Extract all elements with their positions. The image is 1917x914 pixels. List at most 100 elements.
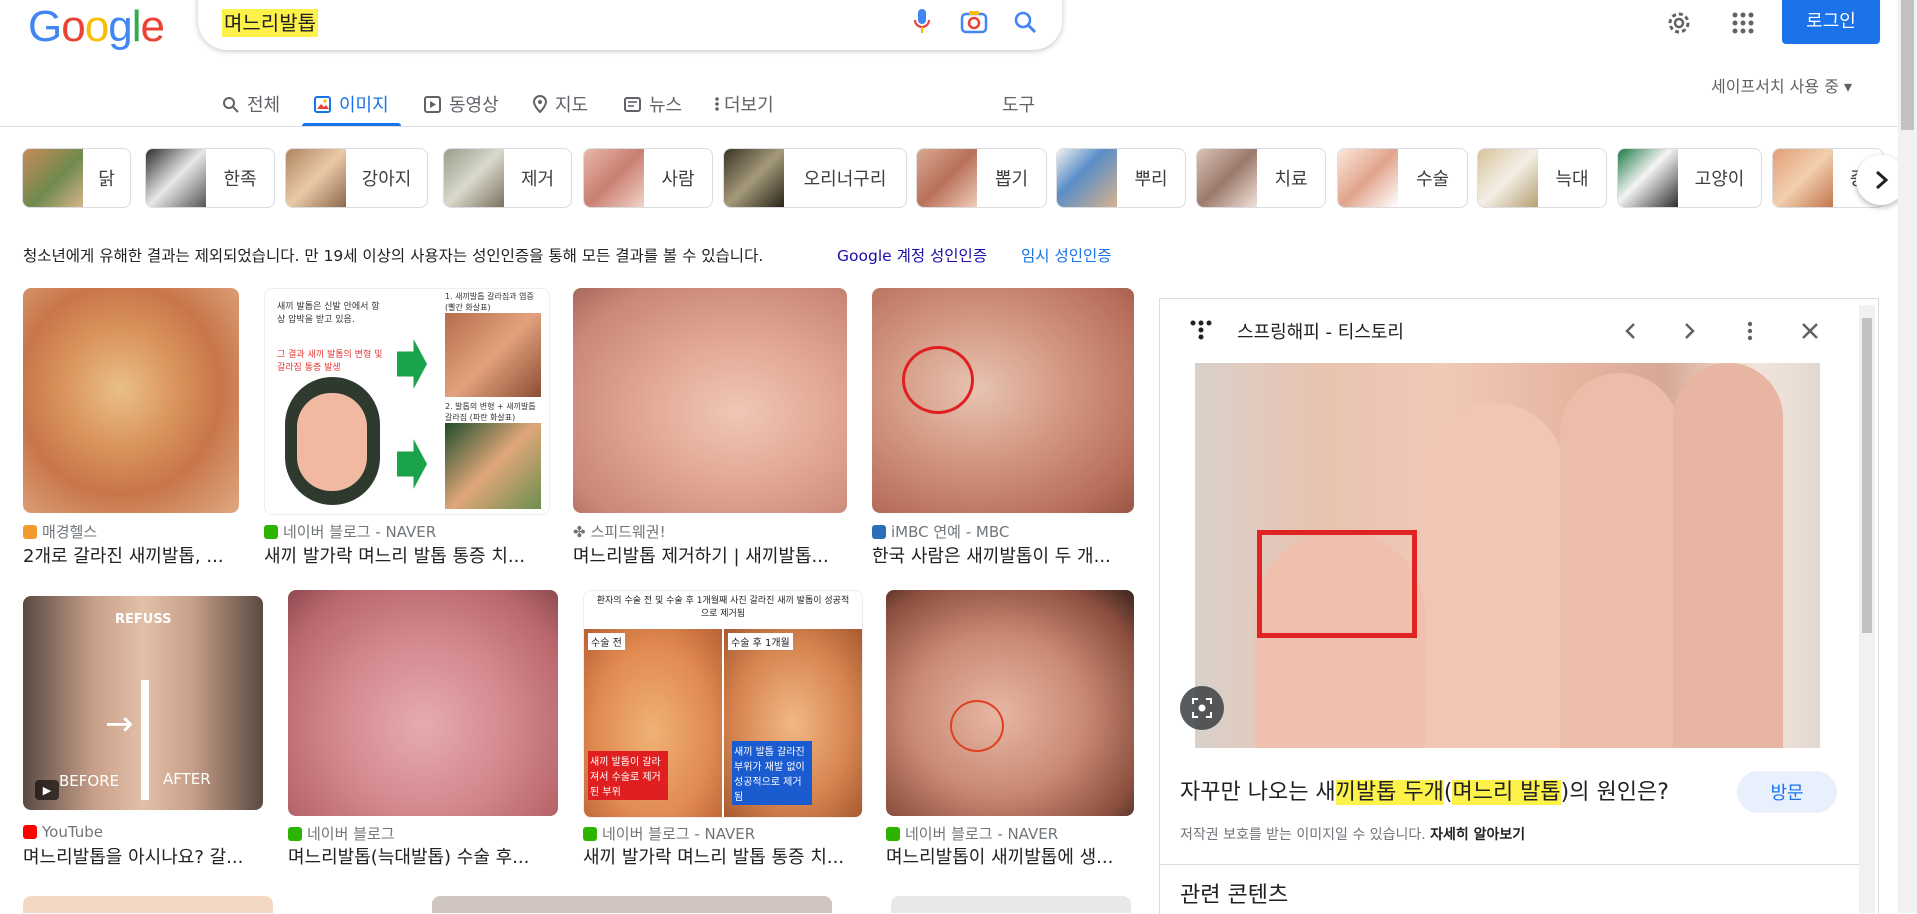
result-source[interactable]: 네이버 블로그: [288, 823, 395, 844]
result-source[interactable]: 네이버 블로그 - NAVER: [583, 823, 755, 844]
result-source[interactable]: ✤ 스피드웨권!: [573, 521, 666, 542]
image-photo: [445, 313, 541, 397]
chip-thumbnail: [444, 149, 504, 207]
arrow-right-icon: →: [105, 704, 134, 744]
login-button[interactable]: 로그인: [1782, 0, 1880, 44]
result-source[interactable]: iMBC 연예 - MBC: [872, 521, 1009, 542]
result-image[interactable]: 새끼 발톱은 신발 안에서 항상 압박을 받고 있음. 그 결과 새끼 발톱의 …: [264, 288, 550, 515]
chip-filter[interactable]: 오리너구리: [723, 148, 907, 208]
google-logo[interactable]: Google: [28, 2, 165, 52]
lens-search-button[interactable]: [1180, 686, 1224, 730]
learn-more-link[interactable]: 자세히 알아보기: [1430, 827, 1525, 843]
result-image[interactable]: [23, 288, 239, 513]
result-image[interactable]: REFUSS → BEFORE AFTER ▶: [23, 596, 263, 810]
chevron-right-icon: [1876, 170, 1889, 190]
related-content-heading: 관련 콘텐츠: [1180, 883, 1289, 908]
next-button[interactable]: [1675, 316, 1705, 346]
result-image[interactable]: [886, 590, 1134, 816]
page-scrollbar-thumb[interactable]: [1901, 0, 1914, 130]
safesearch-toggle[interactable]: 세이프서치 사용 중 ▾: [1711, 73, 1852, 97]
chip-filter[interactable]: 강아지: [285, 148, 428, 208]
chip-thumbnail: [1057, 149, 1117, 207]
result-image[interactable]: [872, 288, 1134, 513]
account-adult-verification-link[interactable]: Google 계정 성인인증: [837, 244, 987, 266]
image-photo: [445, 423, 541, 509]
result-image[interactable]: [891, 896, 1131, 913]
chip-label: 닭: [98, 169, 115, 190]
close-button[interactable]: [1795, 316, 1825, 346]
chip-filter[interactable]: 사람: [583, 148, 713, 208]
visit-button[interactable]: 방문: [1737, 771, 1837, 813]
image-caption: 새끼 발톱은 신발 안에서 항상 압박을 받고 있음.: [277, 302, 380, 325]
result-title[interactable]: 며느리발톱을 아시나요? 갈...: [23, 843, 263, 869]
image-caption: 새끼 발톱이 갈라져서 수술로 제거된 부위: [588, 751, 668, 800]
tab-images[interactable]: 이미지: [314, 84, 389, 124]
image-divider: [141, 680, 149, 800]
chip-filter[interactable]: 닭: [22, 148, 131, 208]
result-source[interactable]: 매경헬스: [23, 521, 97, 542]
panel-scrollbar-thumb[interactable]: [1862, 318, 1872, 633]
tab-videos[interactable]: 동영상: [424, 84, 499, 124]
microphone-icon[interactable]: [908, 8, 936, 36]
panel-site-name[interactable]: 스프링해피 - 티스토리: [1237, 318, 1404, 344]
apps-grid-icon[interactable]: [1728, 8, 1758, 38]
chip-filter[interactable]: 한족: [145, 148, 275, 208]
result-source[interactable]: 네이버 블로그 - NAVER: [886, 823, 1058, 844]
result-title[interactable]: 며느리발톱이 새끼발톱에 생...: [886, 843, 1134, 869]
result-image[interactable]: [432, 896, 832, 913]
search-input[interactable]: 며느리발톱: [222, 9, 318, 37]
image-caption: AFTER: [163, 770, 211, 788]
image-icon: [314, 95, 331, 113]
image-brand: REFUSS: [115, 612, 172, 627]
chip-filter[interactable]: 뿌리: [1056, 148, 1186, 208]
tab-label: 동영상: [449, 95, 499, 116]
chip-filter[interactable]: 치료: [1196, 148, 1326, 208]
settings-gear-icon[interactable]: [1664, 8, 1694, 38]
safesearch-label: 세이프서치 사용 중: [1711, 77, 1839, 96]
result-source[interactable]: 네이버 블로그 - NAVER: [264, 521, 436, 542]
previous-button[interactable]: [1615, 316, 1645, 346]
tab-news[interactable]: 뉴스: [624, 84, 682, 124]
result-image[interactable]: [288, 590, 558, 816]
result-image[interactable]: [573, 288, 847, 513]
more-vert-icon: [715, 97, 719, 111]
arrow-right-icon: [397, 439, 427, 489]
tab-all[interactable]: 전체: [222, 84, 280, 124]
result-title[interactable]: 한국 사람은 새끼발톱이 두 개...: [872, 542, 1134, 568]
preview-image[interactable]: [1195, 363, 1820, 748]
chip-filter[interactable]: 늑대: [1477, 148, 1607, 208]
source-label: 스피드웨권!: [590, 523, 666, 541]
chip-thumbnail: [584, 149, 644, 207]
copyright-notice: 저작권 보호를 받는 이미지일 수 있습니다. 자세히 알아보기: [1180, 824, 1525, 844]
tab-more[interactable]: 더보기: [714, 84, 774, 124]
more-options-button[interactable]: [1735, 316, 1765, 346]
image-caption: 그 결과 새끼 발톱의 변형 및 갈라짐 통증 발생: [277, 350, 383, 373]
tab-tools[interactable]: 도구: [1002, 84, 1035, 124]
camera-lens-icon[interactable]: [958, 8, 990, 36]
tab-maps[interactable]: 지도: [533, 84, 588, 124]
tab-label: 뉴스: [649, 95, 683, 116]
chip-filter[interactable]: 고양이: [1617, 148, 1762, 208]
tab-label: 지도: [555, 95, 589, 116]
chip-thumbnail: [1478, 149, 1538, 207]
page-scrollbar[interactable]: [1898, 0, 1917, 913]
result-title[interactable]: 며느리발톱(늑대발톱) 수술 후...: [288, 843, 558, 869]
site-favicon: [264, 524, 278, 539]
chip-thumbnail: [1618, 149, 1678, 207]
result-source[interactable]: YouTube: [23, 823, 103, 841]
result-title[interactable]: 새끼 발가락 며느리 발톱 통증 치...: [583, 843, 861, 869]
result-image[interactable]: [23, 896, 273, 913]
result-image[interactable]: 환자의 수술 전 및 수술 후 1개월째 사진 갈라진 새끼 발톱이 성공적으로…: [583, 590, 863, 818]
panel-title[interactable]: 자꾸만 나오는 새끼발톱 두개(며느리 발톱)의 원인은?: [1180, 774, 1669, 806]
result-title[interactable]: 2개로 갈라진 새끼발톱, ...: [23, 542, 239, 568]
result-title[interactable]: 며느리발톱 제거하기 | 새끼발톱...: [573, 542, 847, 568]
result-title[interactable]: 새끼 발가락 며느리 발톱 통증 치...: [264, 542, 548, 568]
search-icon[interactable]: [1010, 8, 1040, 36]
tab-label: 더보기: [724, 95, 774, 116]
temporary-adult-verification-link[interactable]: 임시 성인인증: [1021, 244, 1112, 266]
image-toe: [1560, 373, 1680, 748]
chip-filter[interactable]: 수술: [1337, 148, 1468, 208]
chip-filter[interactable]: 뽑기: [916, 148, 1047, 208]
chevron-right-icon: [1685, 323, 1695, 339]
chip-filter[interactable]: 제거: [443, 148, 572, 208]
